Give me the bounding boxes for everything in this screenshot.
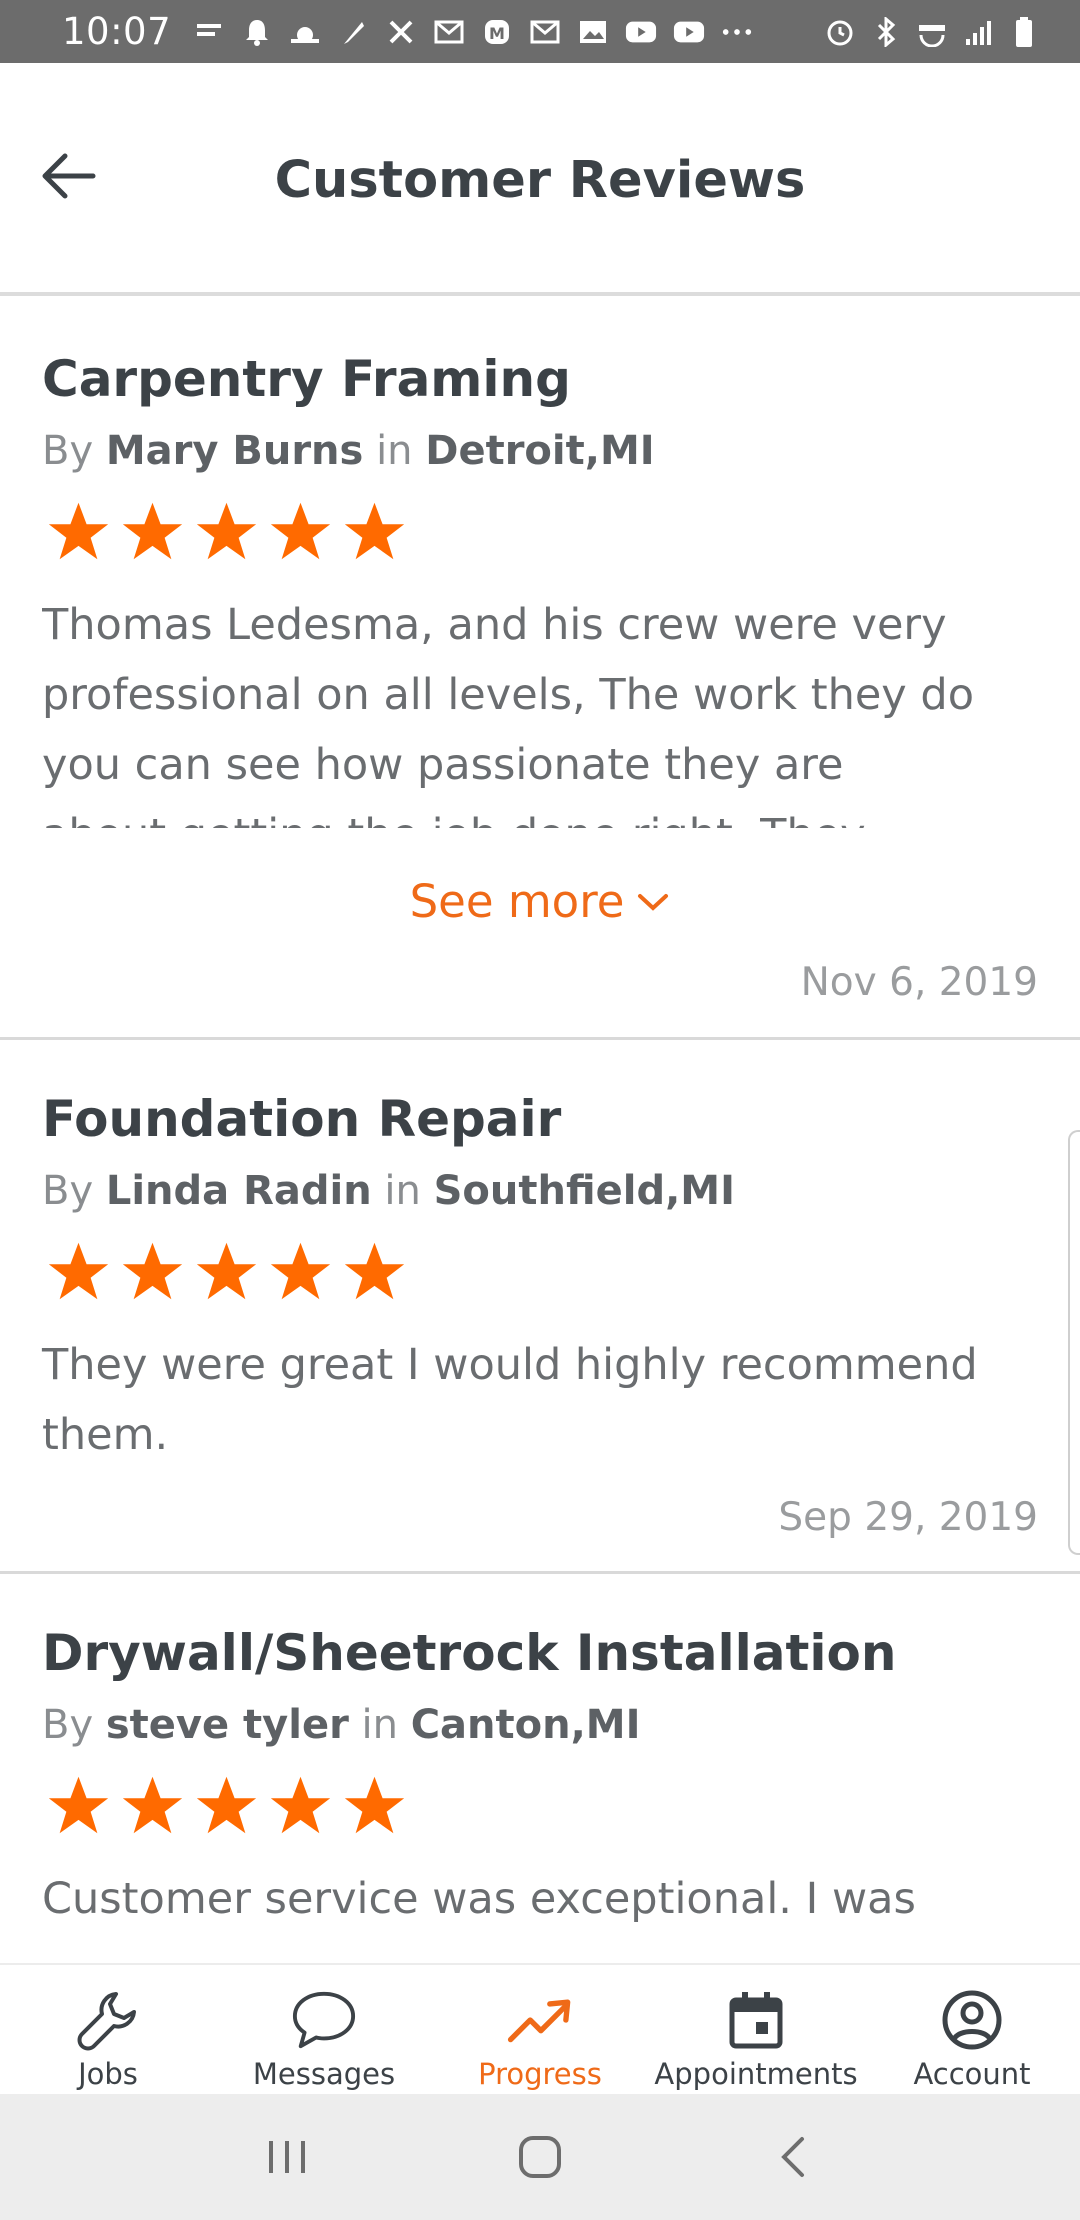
youtube-icon [625,16,657,48]
review-text: Customer service was exceptional. I was [42,1874,916,1924]
star-icon [122,1242,183,1300]
nav-label: Jobs [78,2057,138,2091]
review-author: Linda Radin [105,1168,372,1214]
review-author: steve tyler [105,1702,349,1748]
review-card: Drywall/Sheetrock Installation By steve … [0,1574,1080,1963]
review-byline: By steve tyler in Canton,MI [42,1702,641,1748]
svg-text:M: M [489,24,505,43]
nav-jobs[interactable]: Jobs [0,1965,216,2094]
alarm-icon [824,16,856,48]
system-nav-bar [0,2094,1080,2220]
star-icon [122,502,183,560]
review-title: Foundation Repair [42,1090,562,1148]
star-icon [48,1242,109,1300]
by-label: By [42,1168,94,1214]
image-icon [577,16,609,48]
review-text: Thomas Ledesma, and his crew were very p… [42,600,974,828]
review-byline: By Mary Burns in Detroit,MI [42,428,655,474]
mail-icon [433,16,465,48]
bluetooth-icon [870,16,902,48]
nav-label: Account [913,2057,1031,2091]
volte-icon [916,16,948,48]
app-m-icon: M [481,16,513,48]
by-label: By [42,428,94,474]
recent-apps-button[interactable] [247,2117,327,2197]
notification-icons: M [193,16,824,48]
nav-progress[interactable]: Progress [432,1965,648,2094]
star-icon [344,1776,405,1834]
star-icon [196,1242,257,1300]
review-date: Nov 6, 2019 [800,960,1038,1005]
battery-icon [1008,16,1040,48]
chevron-left-icon [781,2137,805,2177]
review-text: They were great I would highly recommend… [42,1340,978,1460]
chat-bubble-icon [291,1987,357,2053]
by-label: By [42,1702,94,1748]
screen: 10:07 M Customer Reviews Carpentry Frami… [0,0,1080,2220]
nav-label: Appointments [654,2057,858,2091]
weather-icon [289,16,321,48]
account-circle-icon [939,1987,1005,2053]
star-rating [46,1240,407,1302]
review-location: Southfield,MI [433,1168,735,1214]
bottom-nav: Jobs Messages Progress Appointments Acco… [0,1963,1080,2094]
nav-label: Progress [478,2057,602,2091]
review-card: Carpentry Framing By Mary Burns in Detro… [0,300,1080,1040]
mail-icon-2 [529,16,561,48]
nav-messages[interactable]: Messages [216,1965,432,2094]
star-icon [48,502,109,560]
review-author: Mary Burns [105,428,364,474]
tools-icon [385,16,417,48]
cast-icon [193,16,225,48]
scroll-indicator[interactable] [1068,1130,1080,1555]
review-card: Foundation Repair By Linda Radin in Sout… [0,1040,1080,1574]
reviews-list[interactable]: Carpentry Framing By Mary Burns in Detro… [0,300,1080,1963]
app-header: Customer Reviews [0,63,1080,296]
page-title: Customer Reviews [274,151,806,210]
see-more-button[interactable]: See more [0,875,1080,928]
review-title: Drywall/Sheetrock Installation [42,1624,897,1682]
review-title: Carpentry Framing [42,350,571,408]
see-more-label: See more [409,875,625,928]
star-icon [48,1776,109,1834]
calendar-icon [723,1987,789,2053]
in-label: in [384,1168,421,1214]
star-rating [46,1774,407,1836]
review-location: Canton,MI [410,1702,641,1748]
signal-icon [962,16,994,48]
star-icon [122,1776,183,1834]
system-status-icons [824,16,1040,48]
nav-label: Messages [252,2057,396,2091]
star-icon [344,502,405,560]
home-button[interactable] [500,2117,580,2197]
star-icon [196,502,257,560]
recent-apps-icon [268,2141,305,2173]
status-time: 10:07 [62,10,172,53]
star-icon [270,502,331,560]
more-dots-icon [721,16,753,48]
nav-account[interactable]: Account [864,1965,1080,2094]
chevron-down-icon [638,893,669,911]
youtube-icon-2 [673,16,705,48]
in-label: in [376,428,413,474]
star-icon [270,1242,331,1300]
status-bar: 10:07 M [0,0,1080,63]
bell-icon [241,16,273,48]
trending-up-icon [507,1987,573,2053]
star-rating [46,500,407,562]
system-back-button[interactable] [753,2117,833,2197]
review-location: Detroit,MI [425,428,655,474]
nav-appointments[interactable]: Appointments [648,1965,864,2094]
feather-icon [337,16,369,48]
star-icon [270,1776,331,1834]
star-icon [196,1776,257,1834]
in-label: in [361,1702,398,1748]
home-icon [518,2136,561,2178]
star-icon [344,1242,405,1300]
review-byline: By Linda Radin in Southfield,MI [42,1168,735,1214]
review-date: Sep 29, 2019 [778,1495,1038,1540]
wrench-icon [75,1987,141,2053]
